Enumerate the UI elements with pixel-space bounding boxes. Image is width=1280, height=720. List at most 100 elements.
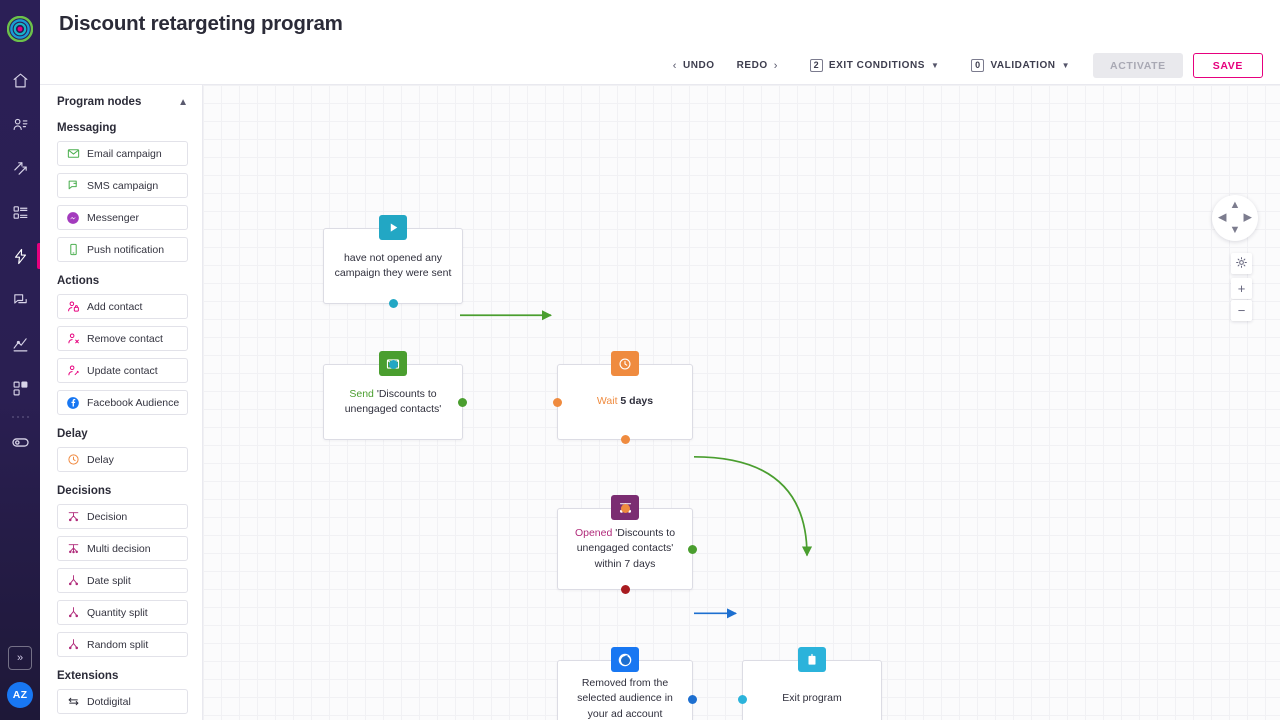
node-palette-item-label: Random split [87, 638, 149, 651]
chevron-up-icon[interactable]: ▲ [178, 97, 188, 108]
panel-title: Program nodes [57, 96, 142, 108]
port-facebook-in[interactable] [620, 656, 630, 665]
exchange-arrows-icon [66, 695, 80, 709]
exit-conditions-button[interactable]: 2 EXIT CONDITIONS ▼ [799, 53, 951, 79]
activate-button[interactable]: ACTIVATE [1093, 53, 1183, 78]
chevron-left-icon[interactable]: ◀ [1218, 212, 1226, 224]
chevron-up-icon[interactable]: ▲ [1230, 200, 1241, 211]
node-exit-text: Exit program [782, 692, 842, 705]
node-palette-item[interactable]: Date split [57, 568, 188, 593]
node-palette-item[interactable]: Delay [57, 447, 188, 472]
node-palette-item-label: Quantity split [87, 606, 148, 619]
decision-icon [66, 510, 80, 524]
node-wait[interactable]: Wait 5 days [553, 351, 693, 444]
undo-button[interactable]: ‹ UNDO [662, 53, 726, 79]
node-palette-item[interactable]: Facebook Audience [57, 390, 188, 415]
undo-label: UNDO [682, 60, 715, 71]
chevron-right-icon[interactable]: ▶ [1244, 212, 1252, 224]
sidebar-item-messages[interactable] [0, 280, 40, 320]
port-send-out[interactable] [458, 397, 467, 407]
split-icon [66, 638, 80, 652]
split-icon [66, 574, 80, 588]
port-decision-no[interactable] [620, 585, 630, 594]
node-palette-item-label: Update contact [87, 364, 158, 377]
sidebar-item-settings-toggle[interactable] [0, 422, 40, 462]
sidebar-item-contacts[interactable] [0, 104, 40, 144]
port-wait-out[interactable] [620, 435, 630, 444]
page-title: Discount retargeting program [59, 11, 343, 35]
node-palette-item-label: Multi decision [87, 542, 151, 555]
edge-decision-yes [693, 455, 813, 557]
validation-label: VALIDATION [990, 60, 1056, 71]
sidebar-item-apps[interactable] [0, 368, 40, 408]
node-wait-prefix: Wait [596, 395, 621, 408]
exit-icon [798, 647, 826, 672]
redo-button[interactable]: REDO › [726, 53, 789, 79]
node-palette-item[interactable]: Multi decision [57, 536, 188, 561]
contacts-icon [12, 116, 29, 133]
facebook-icon [66, 396, 80, 410]
save-button[interactable]: SAVE [1192, 53, 1263, 78]
mobile-push-icon [66, 243, 80, 257]
messenger-icon [66, 211, 80, 225]
panel-group-title: Actions [57, 275, 100, 287]
avatar[interactable]: AZ [7, 682, 33, 708]
sidebar-item-lists[interactable] [0, 192, 40, 232]
automation-arrows-icon [12, 160, 29, 177]
node-decision-prefix: Opened [574, 527, 616, 540]
zoom-out-button[interactable]: − [1231, 300, 1252, 321]
node-decision[interactable]: Opened 'Discounts to unengaged contacts'… [557, 495, 697, 594]
node-decision-label: Opened 'Discounts to unengaged contacts'… [568, 526, 682, 572]
node-trigger-text: have not opened any campaign they were s… [334, 251, 452, 279]
port-decision-in[interactable] [620, 504, 630, 513]
node-palette-item[interactable]: Messenger [57, 205, 188, 230]
node-facebook-text: Removed from the selected audience in yo… [577, 677, 673, 720]
fit-to-screen-button[interactable] [1231, 253, 1252, 274]
panel-header[interactable]: Program nodes ▲ [57, 96, 188, 108]
zoom-in-label: + [1237, 281, 1246, 296]
node-trigger[interactable]: have not opened any campaign they were s… [323, 215, 463, 308]
node-palette-item[interactable]: Decision [57, 504, 188, 529]
node-exit-program[interactable]: Exit program [738, 647, 882, 720]
expand-rail-button[interactable]: » [8, 646, 32, 670]
play-icon [379, 215, 407, 240]
title-bar: Discount retargeting program [40, 0, 1280, 47]
node-palette-item[interactable]: Remove contact [57, 326, 188, 351]
sms-icon [66, 179, 80, 193]
fit-to-screen-icon [1235, 256, 1248, 272]
node-palette-item[interactable]: Random split [57, 632, 188, 657]
node-palette-item[interactable]: Update contact [57, 358, 188, 383]
clock-icon [611, 351, 639, 376]
node-palette-item[interactable]: Dotdigital [57, 689, 188, 714]
sidebar-item-home[interactable] [0, 60, 40, 100]
validation-button[interactable]: 0 VALIDATION ▼ [960, 53, 1081, 79]
node-palette-item[interactable]: SMS campaign [57, 173, 188, 198]
main-area: Discount retargeting program ‹ UNDO REDO… [40, 0, 1280, 720]
sidebar-item-automation[interactable] [0, 148, 40, 188]
redo-label: REDO [736, 60, 768, 71]
port-decision-yes[interactable] [688, 544, 697, 554]
node-palette-item[interactable]: Add contact [57, 294, 188, 319]
port-send-in[interactable] [388, 360, 398, 369]
program-canvas[interactable]: have not opened any campaign they were s… [203, 85, 1280, 720]
sidebar-item-analytics[interactable] [0, 324, 40, 364]
port-trigger-out[interactable] [388, 299, 398, 308]
node-palette-item[interactable]: Email campaign [57, 141, 188, 166]
sidebar-item-programs[interactable] [0, 236, 40, 276]
node-send[interactable]: Send 'Discounts to unengaged contacts' [323, 351, 467, 440]
node-palette-item[interactable]: Quantity split [57, 600, 188, 625]
chevron-down-icon[interactable]: ▼ [1230, 225, 1241, 236]
port-exit-in[interactable] [738, 694, 747, 704]
exit-conditions-count: 2 [809, 59, 823, 72]
program-nodes-panel: Program nodes ▲ Messaging Email campaign S… [40, 85, 203, 720]
dotdigital-rings-logo[interactable] [6, 15, 34, 43]
node-facebook-audience[interactable]: Removed from the selected audience in yo… [557, 647, 697, 720]
port-facebook-out[interactable] [688, 694, 697, 704]
node-facebook-label: Removed from the selected audience in yo… [568, 676, 682, 720]
chat-icon [12, 292, 29, 309]
port-wait-in[interactable] [553, 397, 562, 407]
zoom-in-button[interactable]: + [1231, 278, 1252, 299]
pan-control[interactable]: ▲ ▼ ◀ ▶ [1212, 195, 1258, 241]
node-palette-item[interactable]: Push notification [57, 237, 188, 262]
toggle-icon [11, 433, 30, 452]
